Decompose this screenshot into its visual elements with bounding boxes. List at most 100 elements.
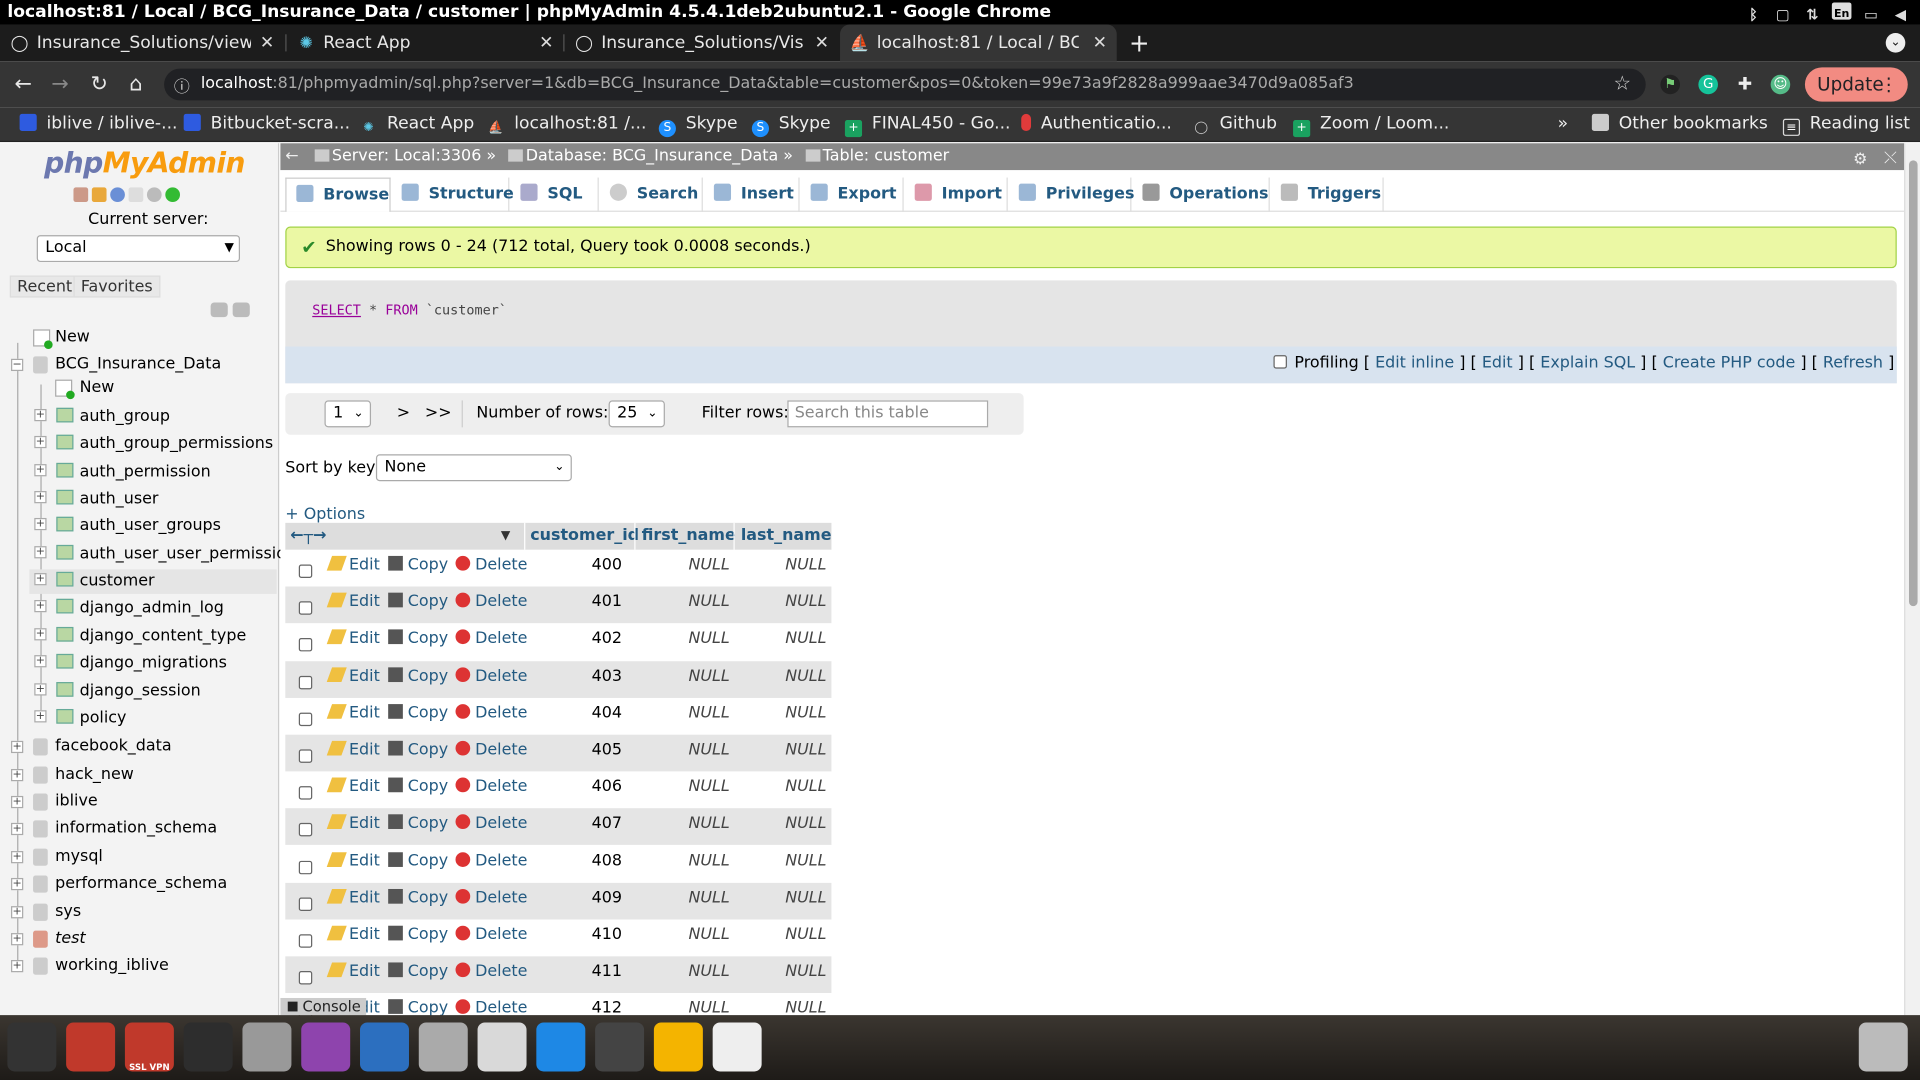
create-php-code-link[interactable]: Create PHP code <box>1663 354 1796 372</box>
cell-first-name[interactable]: NULL <box>636 593 729 611</box>
extension-icon[interactable]: ⚑ <box>1660 74 1681 95</box>
tree-table-item[interactable]: + auth_user <box>29 487 276 511</box>
bookmark-item[interactable]: S Skype <box>751 108 831 142</box>
disks-icon[interactable] <box>242 1022 292 1072</box>
tree-database-item[interactable]: + performance_schema <box>0 874 277 896</box>
bluetooth-icon[interactable] <box>360 1022 409 1072</box>
row-checkbox[interactable] <box>298 749 313 763</box>
page-scrollbar[interactable] <box>1904 143 1920 1016</box>
extensions-puzzle-icon[interactable]: ✚ <box>1735 75 1755 95</box>
cell-last-name[interactable]: NULL <box>735 889 826 907</box>
server-select[interactable]: Local ▼ <box>36 235 241 263</box>
browser-tab-active[interactable]: ⛵ localhost:81 / Local / BCG ✕ <box>840 24 1117 62</box>
tree-database-item[interactable]: + facebook_data <box>0 737 277 759</box>
screen-tray-icon[interactable]: ▢ <box>1773 2 1793 23</box>
cell-last-name[interactable]: NULL <box>735 556 826 574</box>
options-toggle[interactable]: + Options <box>285 506 365 524</box>
recent-tab[interactable]: Recent <box>9 275 80 298</box>
delete-row-link[interactable]: Delete <box>455 629 527 648</box>
row-checkbox[interactable] <box>298 601 313 615</box>
expand-icon[interactable]: + <box>34 546 47 559</box>
sort-by-key-select[interactable]: None ⌄ <box>375 454 572 482</box>
cell-customer-id[interactable]: 410 <box>524 926 622 944</box>
row-checkbox[interactable] <box>298 786 313 800</box>
window-icon[interactable] <box>595 1022 645 1072</box>
delete-row-link[interactable]: Delete <box>455 666 527 685</box>
trash-icon[interactable] <box>1858 1022 1908 1072</box>
edit-row-link[interactable]: Edit <box>326 592 380 611</box>
ssl-vpn-icon[interactable]: SSL VPN <box>124 1022 174 1073</box>
cell-last-name[interactable]: NULL <box>735 815 826 833</box>
bookmark-item[interactable]: + FINAL450 - Go... <box>844 108 1010 142</box>
home-icon[interactable]: ⌂ <box>122 72 149 96</box>
phpmyadmin-logo[interactable]: phpMyAdmin <box>44 148 245 180</box>
row-checkbox[interactable] <box>298 934 313 948</box>
file-manager-icon[interactable] <box>66 1022 116 1072</box>
expand-icon[interactable]: + <box>34 435 47 449</box>
expand-icon[interactable]: + <box>11 740 24 754</box>
edit-row-link[interactable]: Edit <box>326 555 380 574</box>
cell-customer-id[interactable]: 401 <box>524 593 622 611</box>
delete-row-link[interactable]: Delete <box>455 814 527 833</box>
bookmark-item[interactable]: ✺ React App <box>360 108 474 142</box>
tree-new-table[interactable]: New <box>0 378 277 400</box>
tab-operations[interactable]: Operations <box>1133 177 1270 212</box>
tree-database-item[interactable]: + hack_new <box>0 765 277 787</box>
copy-row-link[interactable]: Copy <box>388 925 448 944</box>
expand-icon[interactable]: + <box>34 600 47 613</box>
cell-last-name[interactable]: NULL <box>735 926 826 944</box>
cell-first-name[interactable]: NULL <box>636 852 729 870</box>
cell-customer-id[interactable]: 407 <box>524 815 622 833</box>
cell-first-name[interactable]: NULL <box>636 889 729 907</box>
new-tab-button[interactable]: + <box>1129 24 1150 61</box>
bookmark-item[interactable]: S Skype <box>658 108 737 142</box>
expand-icon[interactable]: + <box>11 960 24 973</box>
site-info-icon[interactable]: ⓘ <box>174 73 190 96</box>
bookmark-item[interactable]: iblive / iblive-... <box>19 108 177 142</box>
tree-database-item[interactable]: + information_schema <box>0 819 277 841</box>
close-tab-icon[interactable]: ✕ <box>1093 24 1107 61</box>
bluetooth-tray-icon[interactable]: ᛒ <box>1744 2 1764 23</box>
expand-icon[interactable]: + <box>34 628 47 641</box>
delete-row-link[interactable]: Delete <box>455 851 527 870</box>
expand-icon[interactable]: + <box>11 933 24 946</box>
cell-last-name[interactable]: NULL <box>735 667 826 685</box>
expand-icon[interactable]: + <box>34 517 47 531</box>
tree-database-item[interactable]: + working_iblive <box>0 956 277 978</box>
browser-tab[interactable]: ◯ Insurance_Solutions/Visu ✕ <box>564 24 838 61</box>
tree-table-item[interactable]: + auth_group <box>29 405 276 429</box>
expand-icon[interactable]: + <box>34 683 47 696</box>
close-tab-icon[interactable]: ✕ <box>260 24 274 61</box>
tab-sql[interactable]: SQL <box>511 177 599 212</box>
expand-icon[interactable]: + <box>34 464 47 477</box>
edit-row-link[interactable]: Edit <box>326 851 380 870</box>
page-select[interactable]: 1 ⌄ <box>324 400 372 428</box>
cell-first-name[interactable]: NULL <box>636 741 729 759</box>
delete-row-link[interactable]: Delete <box>455 777 527 796</box>
sql-query-text[interactable]: SELECT * FROM `customer` <box>312 302 507 319</box>
cell-last-name[interactable]: NULL <box>735 778 826 796</box>
cell-first-name[interactable]: NULL <box>636 630 729 648</box>
copy-row-link[interactable]: Copy <box>388 962 448 981</box>
mongo-compass-icon[interactable] <box>418 1022 468 1072</box>
expand-icon[interactable]: + <box>11 822 24 836</box>
copy-row-link[interactable]: Copy <box>388 740 448 759</box>
expand-icon[interactable]: + <box>34 710 47 723</box>
edit-row-link[interactable]: Edit <box>326 888 380 907</box>
cell-customer-id[interactable]: 409 <box>524 889 622 907</box>
copy-row-link[interactable]: Copy <box>388 666 448 685</box>
address-bar[interactable]: ⓘ localhost:81/phpmyadmin/sql.php?server… <box>164 68 1646 101</box>
reload-icon[interactable]: ↻ <box>86 72 113 96</box>
reading-list[interactable]: ≡ Reading list <box>1782 108 1910 142</box>
bookmark-item[interactable]: ◯ Github <box>1193 108 1277 142</box>
row-checkbox[interactable] <box>298 638 313 652</box>
explain-sql-link[interactable]: Explain SQL <box>1540 354 1635 372</box>
edit-row-link[interactable]: Edit <box>326 925 380 944</box>
favorites-tab[interactable]: Favorites <box>73 275 161 298</box>
cell-customer-id[interactable]: 404 <box>524 704 622 722</box>
forward-arrow-icon[interactable]: → <box>47 72 74 96</box>
cell-last-name[interactable]: NULL <box>735 593 826 611</box>
link-with-main-icon[interactable] <box>232 302 250 318</box>
bookmark-item[interactable]: Bitbucket-scra... <box>183 108 350 142</box>
sort-triangle-icon[interactable]: ▼ <box>501 523 510 550</box>
